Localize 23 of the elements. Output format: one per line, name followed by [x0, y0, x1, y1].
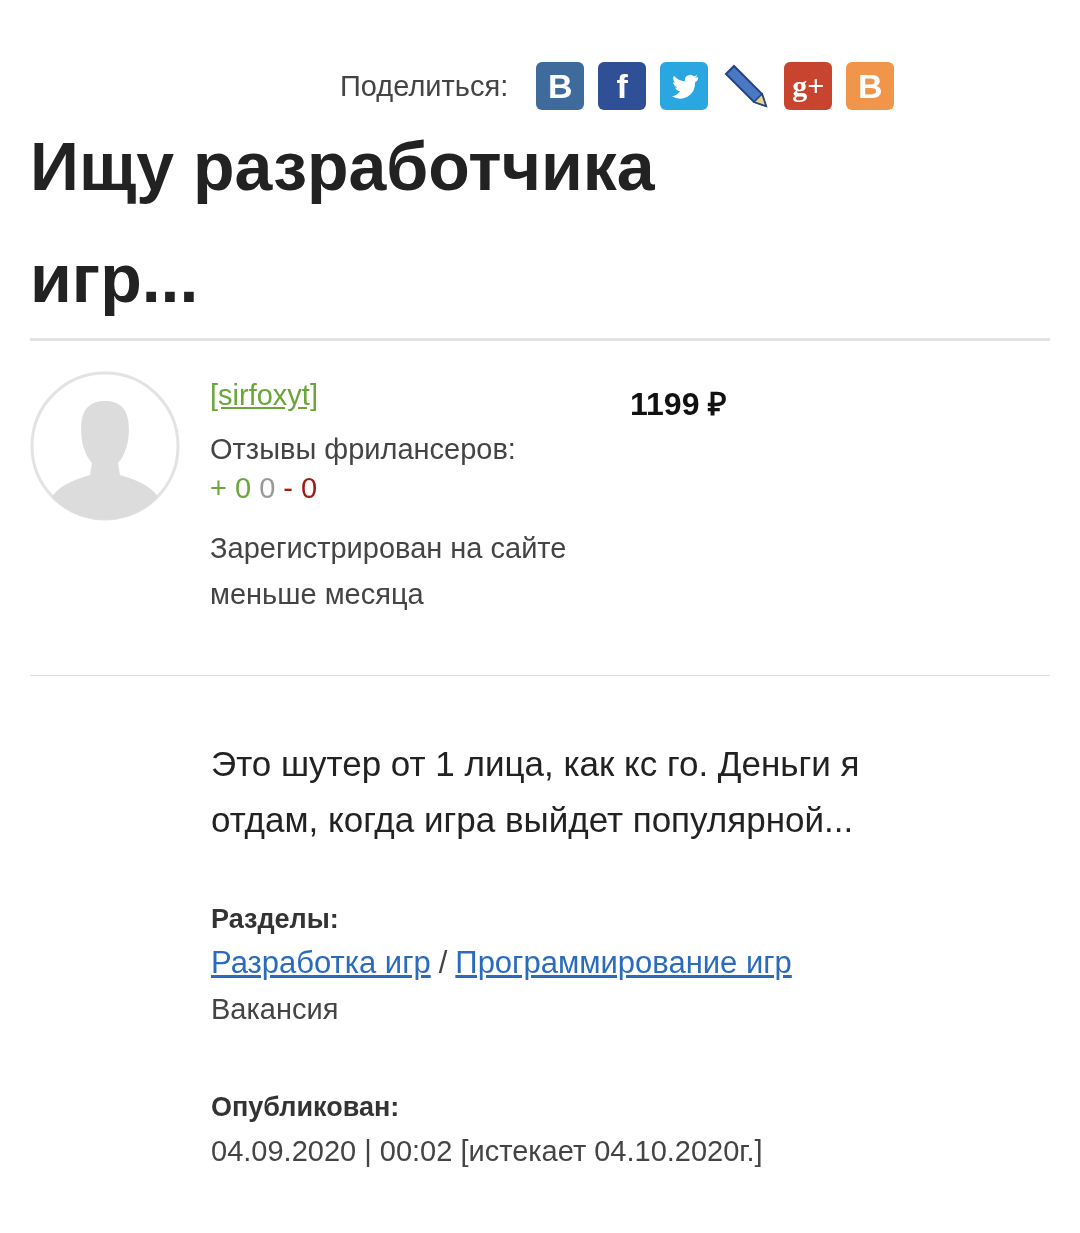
job-type: Вакансия — [211, 992, 340, 1027]
description: Это шутер от 1 лица, как кс го. Деньги я отдам, когда игра выйдет популярной... — [211, 743, 861, 841]
twitter-bird-icon[interactable] — [660, 62, 709, 110]
registration-info: Зарегистрирован на сайте меньше месяца — [210, 531, 568, 612]
section-link[interactable]: Программирование игр — [455, 940, 792, 986]
sections-label: Разделы: — [211, 903, 340, 936]
google-plus-share-button[interactable]: g+ — [784, 62, 833, 110]
avatar-silhouette-icon — [30, 371, 180, 521]
page-title: Ищу разработчика игр... — [30, 127, 656, 318]
published-date: 04.09.2020 | 00:02 [истекает 04.10.2020г.] — [211, 1134, 764, 1169]
review-count: + 0 — [210, 472, 252, 505]
pencil-icon[interactable] — [722, 62, 771, 110]
username-link[interactable]: [sirfoxyt] — [210, 379, 318, 412]
share-label: Поделиться: — [340, 69, 509, 103]
section-link[interactable]: Разработка игр — [211, 940, 431, 986]
review-count: 0 — [259, 472, 276, 505]
published-label: Опубликован: — [211, 1091, 401, 1124]
review-count: - 0 — [283, 472, 318, 505]
facebook-share-button[interactable]: f — [598, 62, 647, 110]
separator: / — [438, 944, 448, 982]
price: 1199 ₽ — [630, 385, 728, 424]
vk-share-button[interactable]: B — [536, 62, 585, 110]
reviews-label: Отзывы фрилансеров: — [210, 432, 517, 467]
